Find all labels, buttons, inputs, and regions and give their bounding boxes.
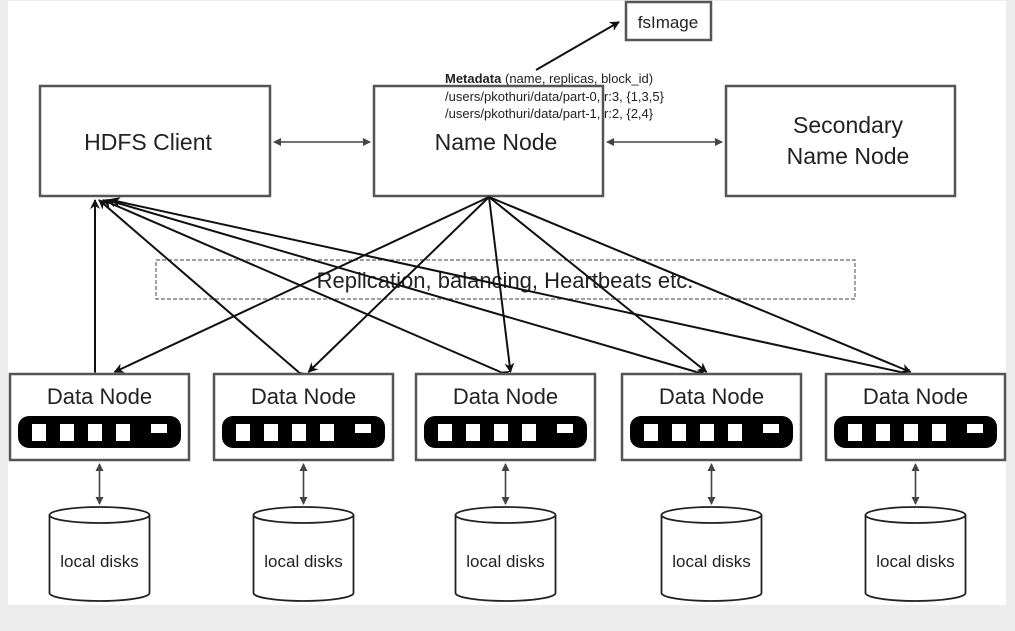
local-disk-label: local disks <box>60 552 138 571</box>
data-node: Data Node <box>8 372 191 462</box>
fsimage-label: fsImage <box>638 13 698 32</box>
name-node-label: Name Node <box>435 129 558 155</box>
secondary-name-node: Secondary Name Node <box>724 84 957 198</box>
data-node-label: Data Node <box>863 384 968 409</box>
metadata-heading: Metadata <box>445 71 502 86</box>
replication-band-label: Replication, balancing, Heartbeats etc. <box>317 268 694 293</box>
metadata-entry: /users/pkothuri/data/part-0, r:3, {1,3,5… <box>445 89 665 104</box>
metadata-to-fsimage-arrow <box>535 21 620 71</box>
data-node-label: Data Node <box>659 384 764 409</box>
client-datanode-arrow <box>110 197 911 379</box>
local-disk-label: local disks <box>672 552 750 571</box>
server-rack-icon <box>222 416 385 448</box>
data-node: Data Node <box>414 372 597 462</box>
server-rack-icon <box>834 416 997 448</box>
metadata-annotation: Metadata (name, replicas, block_id) /use… <box>445 71 665 121</box>
secondary-name-node-label-line2: Name Node <box>787 143 910 169</box>
svg-text:Metadata (name, replicas, bloc: Metadata (name, replicas, block_id) <box>445 71 653 86</box>
data-node-label: Data Node <box>251 384 356 409</box>
data-node: Data Node <box>620 372 803 462</box>
local-disk-label: local disks <box>466 552 544 571</box>
data-node-label: Data Node <box>47 384 152 409</box>
local-disk-label: local disks <box>876 552 954 571</box>
server-rack-icon <box>424 416 587 448</box>
server-rack-icon <box>630 416 793 448</box>
data-nodes: Data Node local disks Data Node local disks… <box>8 372 1007 602</box>
fsimage-node: fsImage <box>624 0 713 42</box>
data-node-label: Data Node <box>453 384 558 409</box>
local-disk: local disks <box>660 506 763 602</box>
data-node: Data Node <box>824 372 1007 462</box>
data-node: Data Node <box>212 372 395 462</box>
hdfs-architecture-diagram: fsImage HDFS Client Name Node Secondary … <box>8 0 1007 602</box>
local-disk: local disks <box>454 506 557 602</box>
secondary-name-node-label-line1: Secondary <box>793 112 903 138</box>
metadata-heading-detail: (name, replicas, block_id) <box>505 71 653 86</box>
local-disk-label: local disks <box>264 552 342 571</box>
server-rack-icon <box>18 416 181 448</box>
metadata-entry: /users/pkothuri/data/part-1, r:2, {2,4} <box>445 106 654 121</box>
hdfs-client-node: HDFS Client <box>38 84 272 198</box>
local-disk: local disks <box>48 506 151 602</box>
local-disk: local disks <box>864 506 967 602</box>
hdfs-client-label: HDFS Client <box>84 129 212 155</box>
local-disk: local disks <box>252 506 355 602</box>
replication-band: Replication, balancing, Heartbeats etc. <box>155 259 856 300</box>
